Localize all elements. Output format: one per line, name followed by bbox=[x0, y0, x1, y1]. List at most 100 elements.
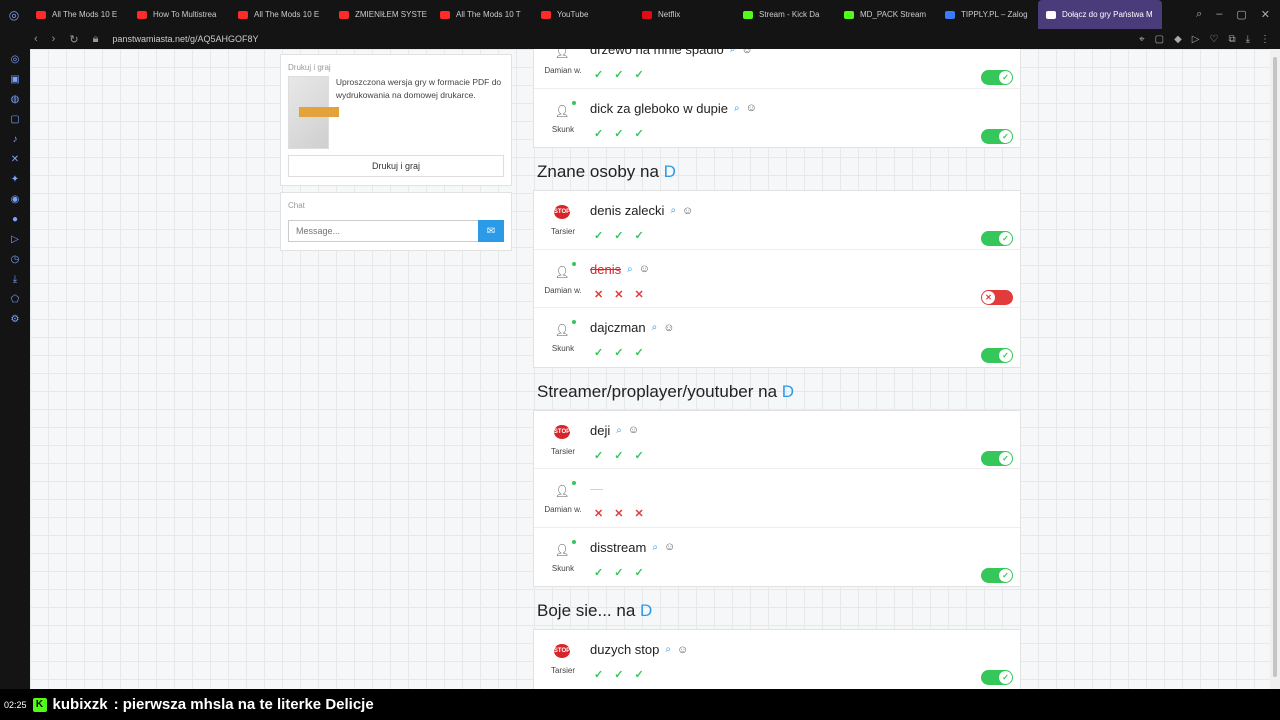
search-word-icon[interactable]: ⌕ bbox=[730, 49, 736, 55]
rejection-marks: ✕ ✕ ✕ bbox=[594, 507, 644, 520]
bluesky-icon[interactable]: ✦ bbox=[9, 173, 21, 185]
search-word-icon[interactable]: ⌕ bbox=[652, 542, 658, 553]
chat-send-button[interactable]: ✉ bbox=[478, 220, 504, 242]
scrollbar-thumb[interactable] bbox=[1273, 57, 1277, 677]
accept-toggle[interactable]: ✓ bbox=[981, 128, 1013, 144]
check-icon: ✓ bbox=[634, 69, 644, 81]
browser-logo-icon[interactable]: ◎ bbox=[0, 8, 28, 22]
chat-title: Chat bbox=[288, 201, 305, 210]
reload-icon[interactable]: ↻ bbox=[69, 33, 78, 46]
check-icon: ✓ bbox=[999, 451, 1012, 465]
messenger-icon[interactable]: ◍ bbox=[9, 93, 21, 105]
maximize-icon[interactable]: ▢ bbox=[1236, 8, 1246, 21]
search-word-icon[interactable]: ⌕ bbox=[734, 103, 740, 114]
player-name: Damian w. bbox=[544, 505, 582, 514]
menu-icon[interactable]: ⋮ bbox=[1260, 34, 1270, 45]
player-icon[interactable]: ▷ bbox=[9, 233, 21, 245]
reaction-icon[interactable]: ☺ bbox=[628, 424, 639, 436]
browser-tab[interactable]: Netflix bbox=[634, 0, 735, 29]
accept-toggle[interactable]: ✓ bbox=[981, 450, 1013, 466]
online-status-dot bbox=[572, 539, 576, 544]
twitch-icon[interactable]: ▣ bbox=[9, 73, 21, 85]
url-field[interactable]: panstwamiasta.net/g/AQ5AHGOF8Y bbox=[112, 34, 258, 44]
accept-toggle[interactable]: ✓ bbox=[981, 567, 1013, 583]
check-icon: ✓ bbox=[614, 449, 624, 462]
tab-label: TIPPLY.PL – Zalog bbox=[961, 10, 1028, 19]
overlay-message: : pierwsza mhsla na te literke Delicje bbox=[113, 696, 374, 713]
answer-row: STOP Tarsier duzych stop ⌕ ☺ ✓ ✓ ✓ ✓ bbox=[534, 630, 1020, 689]
browser-tab[interactable]: All The Mods 10 E bbox=[230, 0, 331, 29]
kick-icon: K bbox=[32, 697, 47, 712]
check-icon: ✓ bbox=[999, 568, 1012, 582]
browser-tab[interactable]: Stream - Kick Da bbox=[735, 0, 836, 29]
search-word-icon[interactable]: ⌕ bbox=[652, 322, 658, 333]
search-tabs-icon[interactable]: ⌕ bbox=[1196, 8, 1202, 21]
user-avatar-icon: 👤︎ bbox=[554, 103, 570, 118]
accept-toggle[interactable]: ✓ bbox=[981, 670, 1013, 685]
cross-icon: ✕ bbox=[634, 288, 644, 301]
pin-icon[interactable]: ⌖ bbox=[1139, 34, 1145, 45]
tiktok-icon[interactable]: ♪ bbox=[9, 133, 21, 145]
close-window-icon[interactable]: ✕ bbox=[1261, 8, 1270, 21]
search-word-icon[interactable]: ⌕ bbox=[616, 425, 622, 436]
rejection-marks: ✕ ✕ ✕ bbox=[594, 288, 644, 301]
minimize-icon[interactable]: – bbox=[1216, 8, 1222, 21]
extensions-icon[interactable]: ⧉ bbox=[1228, 34, 1235, 45]
reaction-icon[interactable]: ☺ bbox=[664, 541, 675, 553]
shield-icon[interactable]: ◆ bbox=[1174, 34, 1182, 45]
browser-tab[interactable]: TIPPLY.PL – Zalog bbox=[937, 0, 1038, 29]
user-avatar-icon: 👤︎ bbox=[554, 484, 570, 498]
snapshot-icon[interactable]: ▢ bbox=[1155, 34, 1164, 45]
check-icon: ✓ bbox=[614, 127, 624, 140]
downloads-icon[interactable]: ⤓ bbox=[9, 273, 21, 285]
settings-icon[interactable]: ⚙ bbox=[9, 313, 21, 325]
browser-tab[interactable]: How To Multistrea bbox=[129, 0, 230, 29]
category-name: Znane osoby na bbox=[537, 162, 659, 181]
reaction-icon[interactable]: ☺ bbox=[639, 263, 650, 275]
tab-label: ZMIENIŁEM SYSTE bbox=[355, 10, 428, 19]
search-word-icon[interactable]: ⌕ bbox=[627, 264, 633, 275]
check-icon: ✓ bbox=[594, 669, 604, 681]
browser-tab[interactable]: MD_PACK Stream bbox=[836, 0, 937, 29]
discord-icon[interactable]: ◉ bbox=[9, 193, 21, 205]
browser-tab[interactable]: YouTube bbox=[533, 0, 634, 29]
history-icon[interactable]: ◷ bbox=[9, 253, 21, 265]
browser-tab[interactable]: Dołącz do gry Państwa M bbox=[1038, 0, 1162, 29]
overlay-time: 02:25 bbox=[4, 699, 27, 710]
accept-toggle[interactable]: ✓ bbox=[981, 70, 1013, 85]
approval-checks: ✓ ✓ ✓ bbox=[594, 566, 644, 579]
forward-icon[interactable]: › bbox=[52, 33, 56, 46]
back-icon[interactable]: ‹ bbox=[34, 33, 38, 46]
reaction-icon[interactable]: ☺ bbox=[677, 644, 688, 656]
accept-toggle[interactable]: ✓ bbox=[981, 231, 1013, 246]
spotify-icon[interactable]: ● bbox=[9, 213, 21, 225]
accept-toggle[interactable]: ✓ bbox=[981, 348, 1013, 363]
approval-checks: ✓ ✓ ✓ bbox=[594, 127, 644, 140]
approval-checks: ✓ ✓ ✓ bbox=[594, 346, 644, 359]
cross-icon: ✕ bbox=[982, 290, 995, 304]
stop-sign-avatar-icon: STOP bbox=[554, 644, 570, 658]
online-status-dot bbox=[572, 481, 576, 485]
reaction-icon[interactable]: ☺ bbox=[746, 102, 757, 114]
reaction-icon[interactable]: ☺ bbox=[663, 322, 674, 334]
search-word-icon[interactable]: ⌕ bbox=[665, 644, 671, 655]
download-icon[interactable]: ⤓ bbox=[1246, 34, 1250, 45]
extensions-sidebar-icon[interactable]: ⬠ bbox=[9, 293, 21, 305]
search-word-icon[interactable]: ⌕ bbox=[670, 205, 676, 216]
x-icon[interactable]: ✕ bbox=[9, 153, 21, 165]
chatgpt-icon[interactable]: ◎ bbox=[9, 53, 21, 65]
reaction-icon[interactable]: ☺ bbox=[741, 49, 752, 56]
accept-toggle[interactable]: ✕ bbox=[981, 289, 1013, 305]
page-scrollbar[interactable] bbox=[1270, 49, 1280, 689]
check-icon: ✓ bbox=[634, 566, 644, 579]
heart-icon[interactable]: ♡ bbox=[1209, 34, 1218, 45]
chat-message-input[interactable] bbox=[288, 220, 478, 242]
overlay-username: kubixzk bbox=[52, 696, 108, 713]
play-icon[interactable]: ▷ bbox=[1192, 34, 1200, 45]
browser-tab[interactable]: All The Mods 10 T bbox=[432, 0, 533, 29]
browser-tab[interactable]: ZMIENIŁEM SYSTE bbox=[331, 0, 432, 29]
instagram-icon[interactable]: ▢ bbox=[9, 113, 21, 125]
print-and-play-button[interactable]: Drukuj i graj bbox=[288, 155, 504, 177]
browser-tab[interactable]: All The Mods 10 E bbox=[28, 0, 129, 29]
reaction-icon[interactable]: ☺ bbox=[682, 205, 693, 217]
